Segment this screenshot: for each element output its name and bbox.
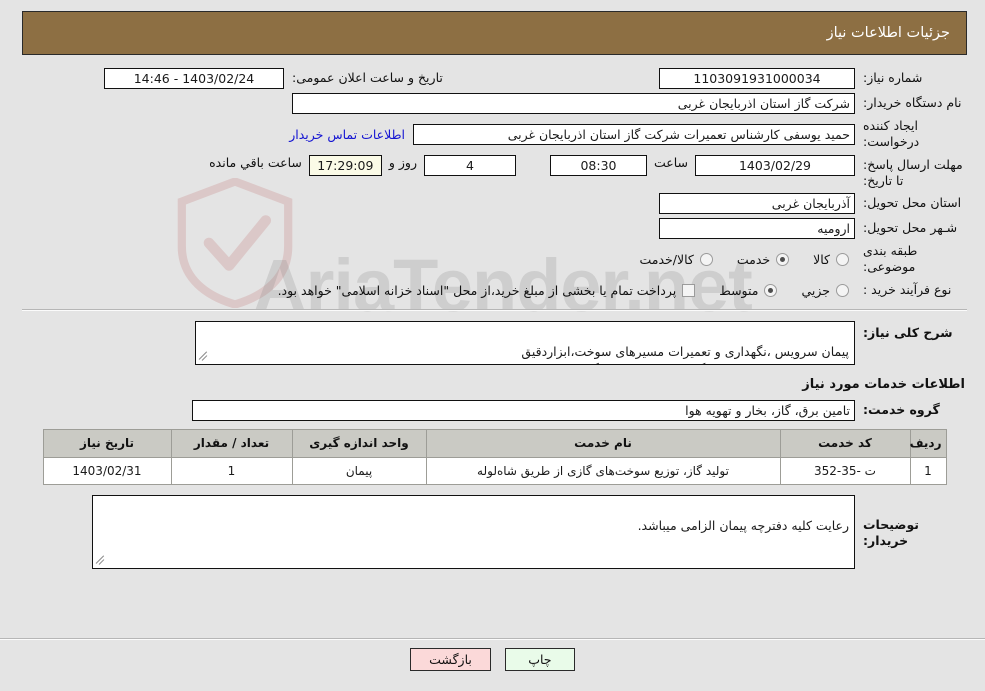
service-group-label: گروه خدمت: bbox=[863, 401, 940, 417]
resize-grip-icon-2[interactable] bbox=[96, 556, 106, 566]
category-label: طبقه بندی موضوعی: bbox=[863, 243, 918, 275]
print-button[interactable]: چاپ bbox=[504, 648, 575, 671]
row-general-description: شرح کلی نیاز: پیمان سرویس ،نگهداری و تعم… bbox=[22, 319, 967, 367]
page-title-bar: جزئیات اطلاعات نیاز bbox=[22, 11, 967, 55]
province-field[interactable]: آذربایجان غربی bbox=[659, 193, 855, 214]
services-section-title: اطلاعات خدمات مورد نیاز bbox=[802, 376, 965, 392]
action-buttons: چاپ بازگشت bbox=[0, 648, 985, 671]
buyer-org-label: نام دستگاه خریدار: bbox=[863, 95, 962, 111]
cell-name: تولید گاز، توزیع سوخت‌های گازی از طریق ش… bbox=[425, 456, 781, 485]
general-desc-text: پیمان سرویس ،نگهداری و تعمیرات مسیرهای س… bbox=[521, 343, 849, 364]
table-header-row: ردیف کد خدمت نام خدمت واحد اندازه گیری ت… bbox=[42, 428, 947, 458]
page-root: AriaTender.net جزئیات اطلاعات نیاز شماره… bbox=[0, 0, 985, 691]
days-label: روز و bbox=[388, 154, 417, 170]
radio-icon-motevaset[interactable] bbox=[764, 283, 778, 297]
category-option-khedmat-label: خدمت bbox=[736, 251, 771, 267]
cell-date: 1403/02/31 bbox=[42, 456, 172, 485]
deadline-label: مهلت ارسال پاسخ: تا تاریخ: bbox=[863, 156, 963, 188]
checkbox-icon-treasury-bond[interactable] bbox=[682, 283, 696, 297]
buyer-notes-text: رعایت کلیه دفترچه پیمان الزامی میباشد. bbox=[637, 517, 849, 533]
cell-index: 1 bbox=[909, 456, 947, 485]
process-option-motevaset[interactable]: متوسط bbox=[719, 283, 783, 298]
row-buyer-notes: توضیحات خریدار: رعایت کلیه دفترچه پیمان … bbox=[22, 493, 967, 571]
row-service-group: گروه خدمت: تامین برق، گاز، بخار و تهویه … bbox=[22, 398, 967, 423]
buyer-contact-link[interactable]: اطلاعات تماس خریدار bbox=[281, 127, 413, 142]
announce-datetime-label: تاریخ و ساعت اعلان عمومی: bbox=[292, 70, 443, 86]
cell-unit: پیمان bbox=[291, 456, 427, 485]
row-need-number: شماره نیاز: 1103091931000034 تاریخ و ساع… bbox=[22, 66, 967, 91]
row-creator: ایجاد کننده درخواست: حمید یوسفی کارشناس … bbox=[22, 116, 967, 153]
buyer-org-field[interactable]: شرکت گاز استان اذربایجان غربی bbox=[292, 93, 855, 114]
category-option-kala[interactable]: کالا bbox=[813, 252, 855, 267]
treasury-bond-option[interactable]: پرداخت تمام یا بخشی از مبلغ خرید،از محل … bbox=[278, 283, 702, 298]
process-option-jozii[interactable]: جزيي bbox=[801, 283, 855, 298]
row-category: طبقه بندی موضوعی: کالا خدمت کالا/خدمت bbox=[22, 241, 967, 278]
general-desc-label: شرح کلی نیاز: bbox=[863, 324, 953, 340]
city-field[interactable]: ارومیه bbox=[659, 218, 855, 239]
category-option-kala-khedmat[interactable]: کالا/خدمت bbox=[639, 252, 718, 267]
announce-datetime-field[interactable]: 1403/02/24 - 14:46 bbox=[104, 68, 284, 89]
col-header-date: تاریخ نیاز bbox=[42, 428, 172, 458]
col-header-unit: واحد اندازه گیری bbox=[291, 428, 427, 458]
details-panel: شماره نیاز: 1103091931000034 تاریخ و ساع… bbox=[22, 66, 967, 571]
countdown-label: ساعت باقي مانده bbox=[209, 154, 302, 170]
city-label: شـهر محل تحویل: bbox=[863, 220, 958, 236]
category-option-kala-label: کالا bbox=[813, 251, 830, 267]
row-province: استان محل تحویل: آذربایجان غربی bbox=[22, 191, 967, 216]
deadline-time-field[interactable]: 08:30 bbox=[549, 154, 647, 176]
row-city: شـهر محل تحویل: ارومیه bbox=[22, 216, 967, 241]
row-process: نوع فرآیند خرید : جزيي متوسط پرداخت تمام… bbox=[22, 278, 967, 303]
remaining-days-field: 4 bbox=[423, 154, 516, 176]
divider-2 bbox=[0, 638, 985, 640]
process-option-motevaset-label: متوسط bbox=[719, 282, 759, 298]
row-buyer-org: نام دستگاه خریدار: شرکت گاز استان اذربای… bbox=[22, 91, 967, 116]
page-title: جزئیات اطلاعات نیاز bbox=[826, 25, 950, 41]
general-desc-textarea[interactable]: پیمان سرویس ،نگهداری و تعمیرات مسیرهای س… bbox=[195, 320, 855, 365]
cell-qty: 1 bbox=[170, 456, 293, 485]
process-label: نوع فرآیند خرید : bbox=[863, 281, 952, 297]
creator-label: ایجاد کننده درخواست: bbox=[863, 118, 920, 150]
divider-1 bbox=[22, 308, 967, 311]
back-button[interactable]: بازگشت bbox=[410, 648, 491, 671]
col-header-code: کد خدمت bbox=[779, 428, 911, 458]
col-header-qty: تعداد / مقدار bbox=[170, 428, 293, 458]
need-number-label: شماره نیاز: bbox=[863, 70, 923, 86]
deadline-date-field[interactable]: 1403/02/29 bbox=[695, 154, 855, 176]
radio-icon-kala[interactable] bbox=[836, 252, 849, 266]
resize-grip-icon[interactable] bbox=[199, 352, 209, 362]
col-header-name: نام خدمت bbox=[425, 428, 781, 458]
need-number-field[interactable]: 1103091931000034 bbox=[659, 68, 855, 89]
service-group-field[interactable]: تامین برق، گاز، بخار و تهویه هوا bbox=[192, 399, 855, 421]
table-row[interactable]: 1 ت -35-352 تولید گاز، توزیع سوخت‌های گا… bbox=[42, 456, 947, 485]
radio-icon-kala-khedmat[interactable] bbox=[699, 252, 713, 266]
treasury-bond-label: پرداخت تمام یا بخشی از مبلغ خرید،از محل … bbox=[277, 282, 677, 298]
time-label: ساعت bbox=[653, 154, 688, 170]
province-label: استان محل تحویل: bbox=[863, 195, 962, 211]
col-header-index: ردیف bbox=[909, 428, 947, 458]
radio-icon-jozii[interactable] bbox=[836, 283, 849, 297]
cell-code: ت -35-352 bbox=[779, 456, 911, 485]
process-option-jozii-label: جزيي bbox=[801, 282, 830, 298]
row-deadline: مهلت ارسال پاسخ: تا تاریخ: 1403/02/29 سا… bbox=[22, 153, 967, 192]
buyer-notes-label: توضیحات خریدار: bbox=[863, 516, 919, 548]
radio-icon-khedmat[interactable] bbox=[776, 252, 790, 266]
buyer-notes-textarea[interactable]: رعایت کلیه دفترچه پیمان الزامی میباشد. bbox=[92, 494, 855, 569]
category-option-kala-khedmat-label: کالا/خدمت bbox=[639, 251, 694, 267]
category-option-khedmat[interactable]: خدمت bbox=[737, 252, 795, 267]
creator-field[interactable]: حمید یوسفی کارشناس تعمیرات شرکت گاز استا… bbox=[413, 123, 855, 145]
countdown-field: 17:29:09 bbox=[308, 154, 382, 176]
services-table: ردیف کد خدمت نام خدمت واحد اندازه گیری ت… bbox=[42, 428, 947, 485]
